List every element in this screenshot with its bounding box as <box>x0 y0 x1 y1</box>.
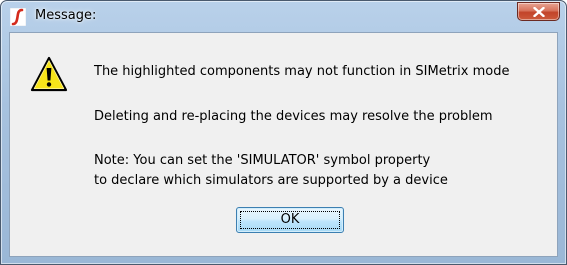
ok-button[interactable]: OK <box>236 207 344 233</box>
title-bar[interactable]: Message: <box>1 1 566 32</box>
message-dialog-window: Message: The highlighted components may … <box>0 0 567 265</box>
window-title: Message: <box>35 8 97 23</box>
close-button[interactable] <box>517 2 560 21</box>
ok-button-label: OK <box>280 212 300 227</box>
warning-icon <box>30 56 68 92</box>
dialog-body: The highlighted components may not funct… <box>9 32 558 257</box>
message-line-declare: to declare which simulators are supporte… <box>94 173 448 188</box>
message-line-note: Note: You can set the 'SIMULATOR' symbol… <box>94 153 431 168</box>
simetrix-logo-icon <box>10 8 26 26</box>
close-icon <box>533 7 545 17</box>
message-line-replacing: Deleting and re-placing the devices may … <box>94 109 493 124</box>
message-line-components: The highlighted components may not funct… <box>94 64 510 79</box>
